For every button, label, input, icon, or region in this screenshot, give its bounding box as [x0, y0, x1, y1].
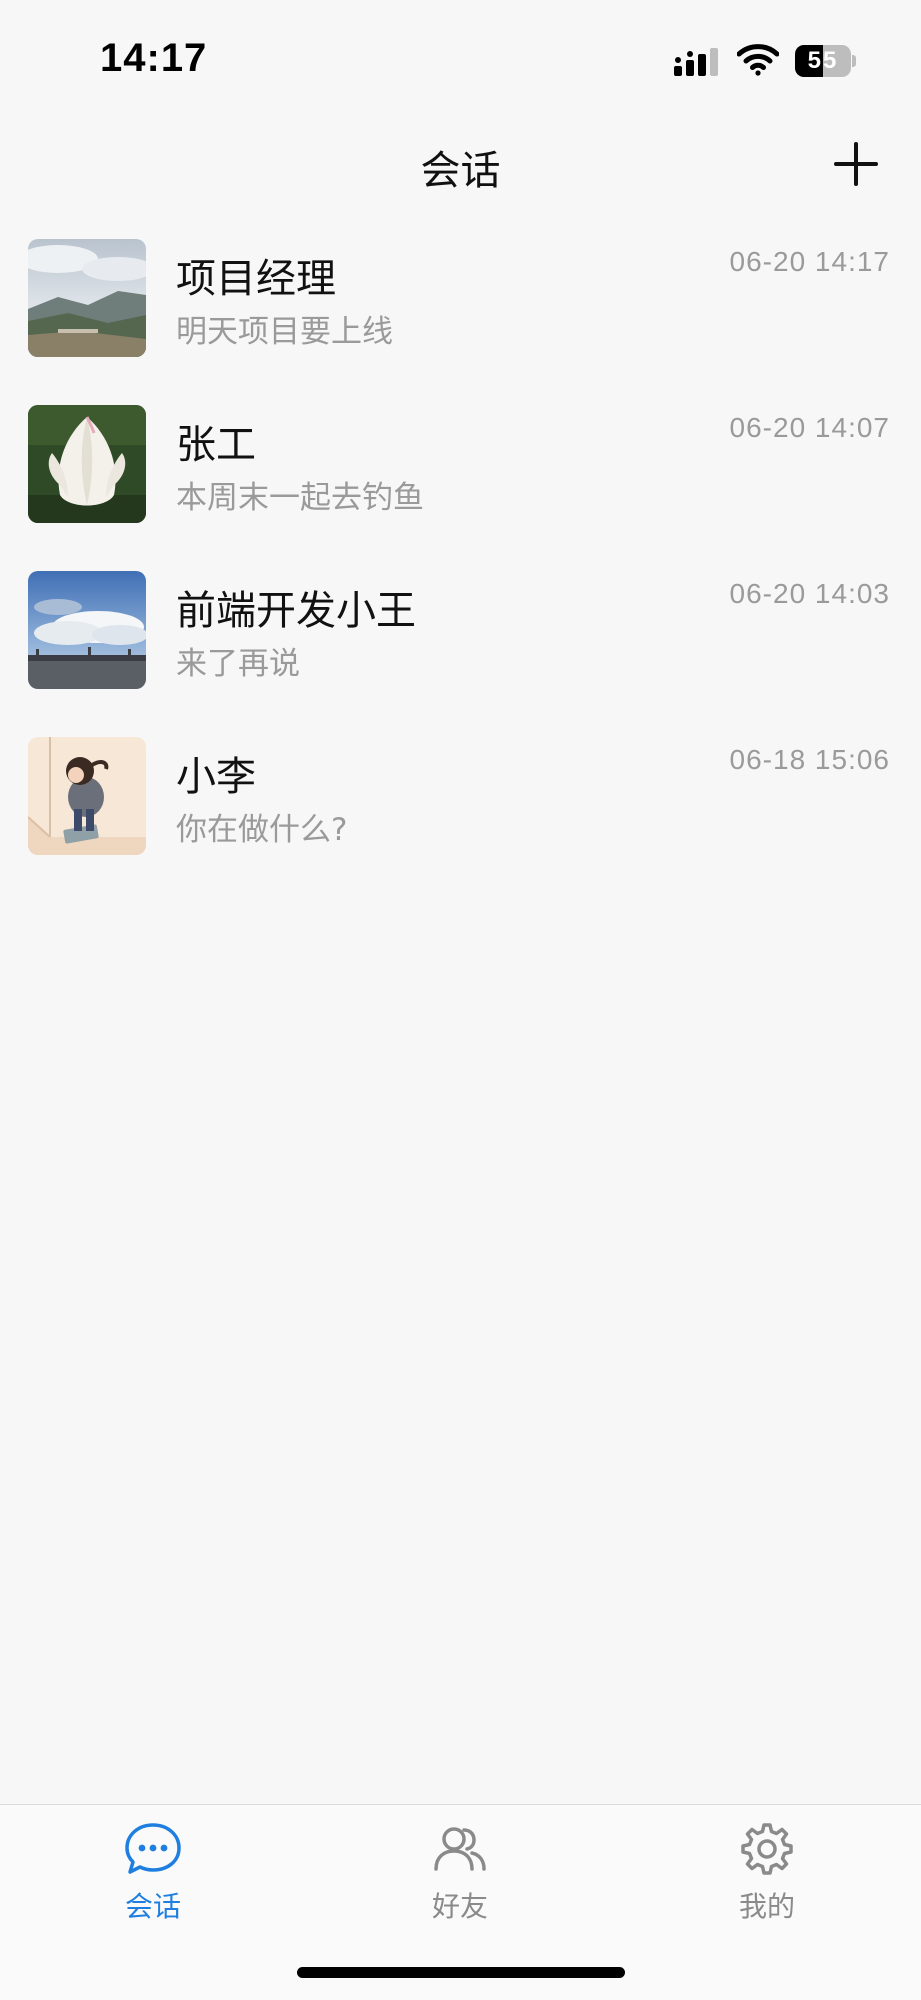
conversation-name: 张工 [176, 422, 256, 468]
conversation-time: 06-20 14:17 [729, 246, 890, 277]
avatar-lotus-flower [28, 405, 146, 523]
conversation-name: 小李 [176, 754, 256, 800]
status-time: 14:17 [100, 36, 208, 80]
conversation-item[interactable]: 前端开发小王 来了再说 06-20 14:03 [0, 552, 921, 718]
tab-label: 我的 [738, 1890, 795, 1923]
conversation-name: 前端开发小王 [176, 588, 416, 634]
tab-friends[interactable]: 好友 [360, 1805, 560, 1935]
conversation-item[interactable]: 项目经理 明天项目要上线 06-20 14:17 [0, 220, 921, 386]
wifi-icon [737, 44, 779, 76]
conversation-time: 06-18 15:06 [729, 744, 890, 775]
battery-level: 55 [807, 47, 839, 74]
status-bar: 14:17 55 [0, 0, 921, 110]
conversation-preview: 你在做什么? [176, 812, 348, 848]
add-conversation-button[interactable] [832, 140, 880, 188]
battery-indicator: 55 [795, 45, 857, 77]
conversation-preview: 明天项目要上线 [176, 314, 393, 350]
avatar-cartoon-girl [28, 737, 146, 855]
gear-icon [741, 1823, 793, 1875]
tab-me[interactable]: 我的 [667, 1805, 867, 1935]
friends-icon [434, 1827, 486, 1871]
conversation-name: 项目经理 [176, 256, 336, 302]
avatar-cloudy-sky [28, 571, 146, 689]
conversation-preview: 来了再说 [176, 646, 300, 682]
tab-conversations[interactable]: 会话 [53, 1805, 253, 1935]
conversation-item[interactable]: 张工 本周末一起去钓鱼 06-20 14:07 [0, 386, 921, 552]
conversation-time: 06-20 14:07 [729, 412, 890, 443]
conversation-list: 项目经理 明天项目要上线 06-20 14:17 张工 本周末一起去钓鱼 06-… [0, 220, 921, 884]
conversation-time: 06-20 14:03 [729, 578, 890, 609]
chat-bubble-icon [125, 1823, 181, 1874]
home-indicator [297, 1967, 625, 1978]
page-title: 会话 [420, 148, 501, 194]
conversation-preview: 本周末一起去钓鱼 [176, 480, 424, 516]
cellular-signal-icon [674, 48, 718, 76]
avatar-mountain-landscape [28, 239, 146, 357]
app-screen: 14:17 55 会话 项目经理 明天项目要上线 06-20 14:17 张工 … [0, 0, 921, 2000]
tab-label: 好友 [431, 1890, 488, 1923]
conversation-item[interactable]: 小李 你在做什么? 06-18 15:06 [0, 718, 921, 884]
tab-label: 会话 [124, 1890, 181, 1923]
